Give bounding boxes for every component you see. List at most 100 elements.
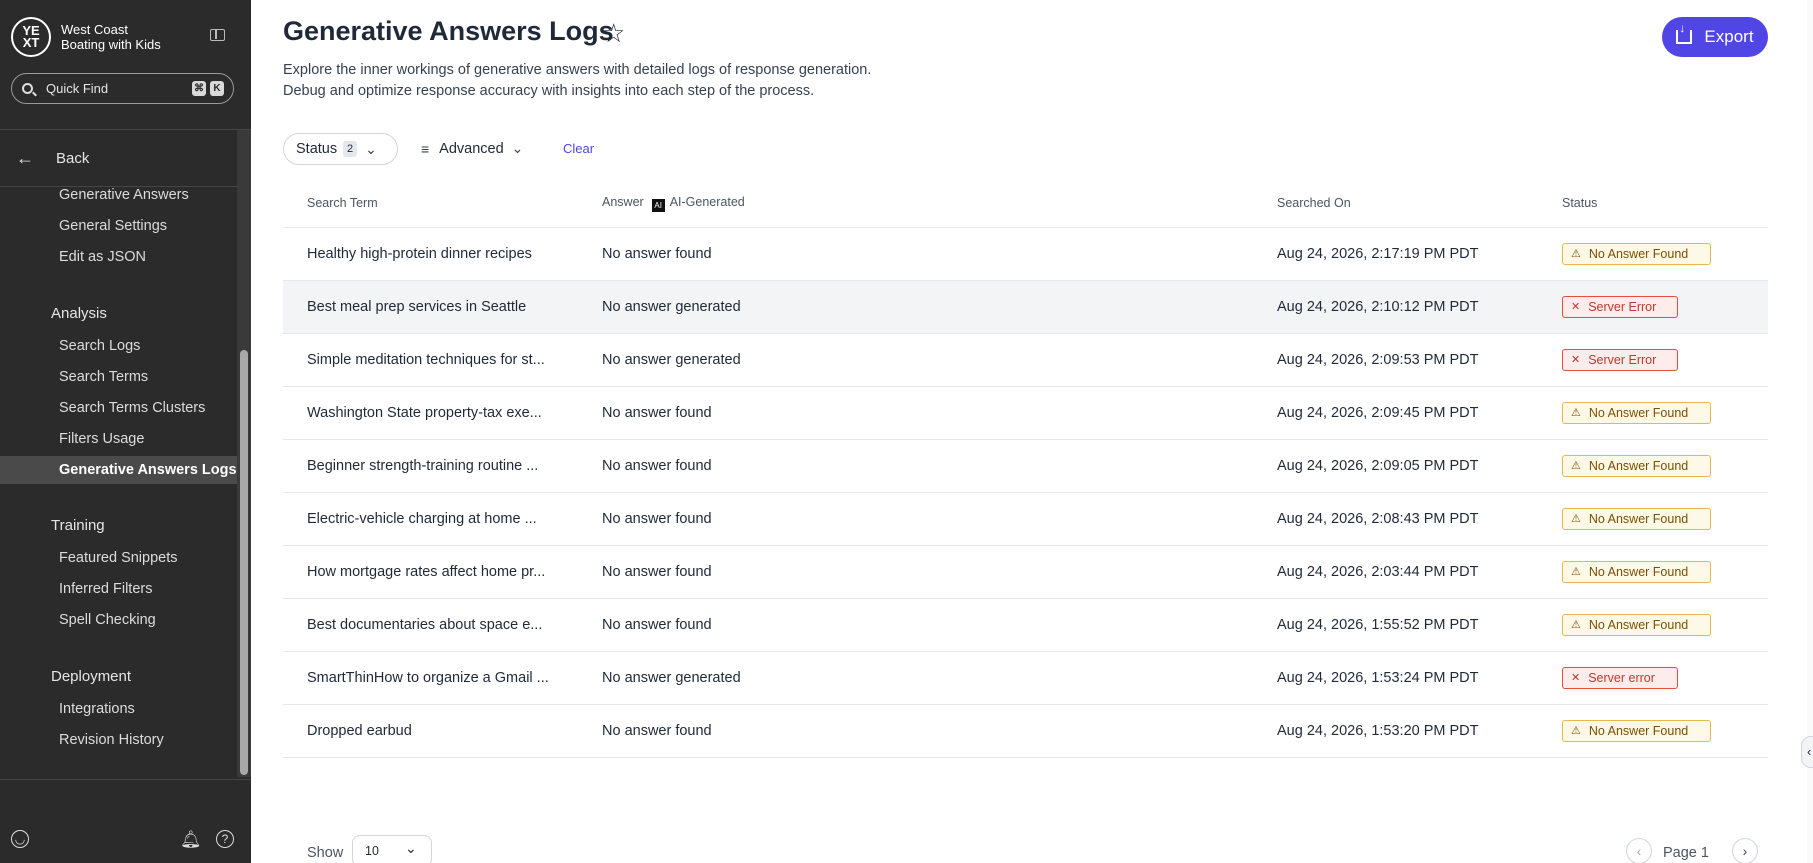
status-badge-error: ✕ Server Error	[1562, 295, 1678, 318]
clear-filters-link[interactable]: Clear	[563, 141, 594, 156]
nav-generative-answers[interactable]: Generative Answers	[59, 187, 189, 203]
table-row[interactable]: Best documentaries about space e... No an…	[283, 598, 1768, 652]
export-button[interactable]: Export	[1662, 17, 1768, 57]
error-x-icon: ✕	[1571, 301, 1581, 313]
table-row[interactable]: Best meal prep services in Seattle No ans…	[283, 280, 1768, 334]
divider	[0, 779, 251, 780]
nav-revision-history[interactable]: Revision History	[59, 732, 164, 748]
status-text: Server error	[1588, 670, 1655, 685]
status-badge-error: ✕ Server Error	[1562, 348, 1678, 371]
cell-searched-on: Aug 24, 2026, 2:17:19 PM PDT	[1253, 227, 1538, 281]
back-button[interactable]: ← Back	[16, 148, 89, 169]
nav-featured-snippets[interactable]: Featured Snippets	[59, 550, 178, 566]
column-header-searched-on[interactable]: Searched On	[1253, 180, 1538, 228]
cell-status: ⚠ No Answer Found	[1538, 439, 1768, 493]
cell-status: ⚠ No Answer Found	[1538, 704, 1768, 758]
advanced-filter-button[interactable]: ≡ Advanced ⌄	[421, 140, 523, 157]
nav-search-terms[interactable]: Search Terms	[59, 369, 148, 385]
next-page-button[interactable]: ›	[1732, 838, 1758, 863]
search-icon	[22, 83, 33, 94]
cell-searched-on: Aug 24, 2026, 1:55:52 PM PDT	[1253, 598, 1538, 652]
section-deployment: Deployment	[51, 668, 132, 685]
command-key-icon: ⌘	[192, 81, 206, 96]
cell-search-term: SmartThinHow to organize a Gmail ...	[283, 651, 578, 705]
table-row[interactable]: Dropped earbud No answer found Aug 24, 202…	[283, 704, 1768, 758]
warning-icon: ⚠	[1571, 566, 1581, 578]
description-line-2: Debug and optimize response accuracy wit…	[283, 83, 815, 99]
nav-general-settings[interactable]: General Settings	[59, 218, 167, 234]
table-row[interactable]: SmartThinHow to organize a Gmail ... No a…	[283, 651, 1768, 705]
advanced-filter-label: Advanced	[439, 140, 504, 157]
nav-integrations[interactable]: Integrations	[59, 701, 135, 717]
page-indicator: Page 1	[1663, 845, 1709, 861]
nav-edit-as-json[interactable]: Edit as JSON	[59, 249, 146, 265]
table-row[interactable]: Simple meditation techniques for st... No…	[283, 333, 1768, 387]
status-text: No Answer Found	[1588, 246, 1689, 261]
nav-generative-answers-logs[interactable]: Generative Answers Logs	[0, 456, 237, 484]
nav-inferred-filters[interactable]: Inferred Filters	[59, 581, 152, 597]
table-row[interactable]: Washington State property-tax exe... No a…	[283, 386, 1768, 440]
nav-filters-usage[interactable]: Filters Usage	[59, 431, 144, 447]
column-header-answer[interactable]: Answer AI AI-Generated	[578, 180, 1253, 228]
help-icon[interactable]: ?	[216, 830, 234, 848]
sidebar-nav: Generative Answers General Settings Edit…	[0, 187, 251, 777]
nav-search-terms-clusters[interactable]: Search Terms Clusters	[59, 400, 205, 416]
page-scrollbar[interactable]	[1807, 0, 1813, 863]
user-icon[interactable]: ◡	[11, 830, 29, 848]
cell-search-term: Simple meditation techniques for st...	[283, 333, 578, 387]
expand-panel-icon[interactable]: ‹	[1801, 736, 1813, 768]
warning-icon: ⚠	[1571, 513, 1581, 525]
bell-icon[interactable]: 🔔︎	[180, 830, 202, 850]
cell-status: ✕ Server error	[1538, 651, 1768, 705]
cell-answer: No answer generated	[578, 651, 1253, 705]
sidebar: YE XT West Coast Boating with Kids Quick…	[0, 0, 251, 863]
k-key-label: K	[210, 81, 224, 96]
show-label: Show	[307, 845, 344, 861]
status-text: No Answer Found	[1588, 564, 1689, 579]
sidebar-scrollbar[interactable]	[237, 130, 251, 777]
error-x-icon: ✕	[1571, 354, 1581, 366]
warning-icon: ⚠	[1571, 248, 1581, 260]
brand[interactable]: YE XT West Coast Boating with Kids	[11, 17, 161, 57]
logs-table: Search Term Answer AI AI-Generated Searche…	[283, 180, 1768, 758]
status-badge-warning: ⚠ No Answer Found	[1562, 719, 1711, 742]
table-row[interactable]: How mortgage rates affect home pr... No a…	[283, 545, 1768, 599]
nav-spell-checking[interactable]: Spell Checking	[59, 612, 156, 628]
page-size-select[interactable]: 10 ⌄	[352, 835, 432, 863]
download-icon	[1676, 21, 1693, 44]
star-icon[interactable]: ☆	[602, 18, 625, 49]
previous-page-button[interactable]: ‹	[1626, 838, 1652, 863]
status-badge-warning: ⚠ No Answer Found	[1562, 560, 1711, 583]
cell-search-term: Best meal prep services in Seattle	[283, 280, 578, 334]
status-text: Server Error	[1588, 352, 1657, 367]
cell-answer: No answer found	[578, 439, 1253, 493]
cell-searched-on: Aug 24, 2026, 2:08:43 PM PDT	[1253, 492, 1538, 546]
status-badge-warning: ⚠ No Answer Found	[1562, 454, 1711, 477]
back-arrow-icon: ←	[16, 148, 34, 168]
quick-find-input[interactable]: Quick Find ⌘ K	[11, 73, 234, 104]
main-content: Generative Answers Logs ☆ Explore the in…	[251, 0, 1813, 863]
table-row[interactable]: Healthy high-protein dinner recipes No an…	[283, 227, 1768, 281]
cell-search-term: Electric-vehicle charging at home ...	[283, 492, 578, 546]
table-row[interactable]: Electric-vehicle charging at home ... No …	[283, 492, 1768, 546]
answer-header-label: Answer	[602, 194, 644, 209]
yext-logo: YE XT	[11, 17, 51, 57]
nav-search-logs[interactable]: Search Logs	[59, 338, 140, 354]
table-row[interactable]: Beginner strength-training routine ... No…	[283, 439, 1768, 493]
status-text: No Answer Found	[1588, 511, 1689, 526]
status-badge-error: ✕ Server error	[1562, 666, 1678, 689]
cell-status: ⚠ No Answer Found	[1538, 545, 1768, 599]
cell-status: ✕ Server Error	[1538, 280, 1768, 334]
warning-icon: ⚠	[1571, 619, 1581, 631]
status-text: No Answer Found	[1588, 405, 1689, 420]
cell-search-term: Best documentaries about space e...	[283, 598, 578, 652]
column-header-search-term[interactable]: Search Term	[283, 180, 578, 228]
cell-searched-on: Aug 24, 2026, 2:09:53 PM PDT	[1253, 333, 1538, 387]
column-header-status[interactable]: Status	[1538, 180, 1768, 228]
scrollbar-thumb[interactable]	[240, 350, 248, 775]
table-header-row: Search Term Answer AI AI-Generated Searche…	[283, 180, 1768, 228]
collapse-sidebar-icon[interactable]	[210, 29, 225, 41]
status-filter-button[interactable]: Status 2 ⌄	[283, 133, 398, 165]
cell-answer: No answer found	[578, 704, 1253, 758]
page-description: Explore the inner workings of generative…	[283, 60, 871, 102]
